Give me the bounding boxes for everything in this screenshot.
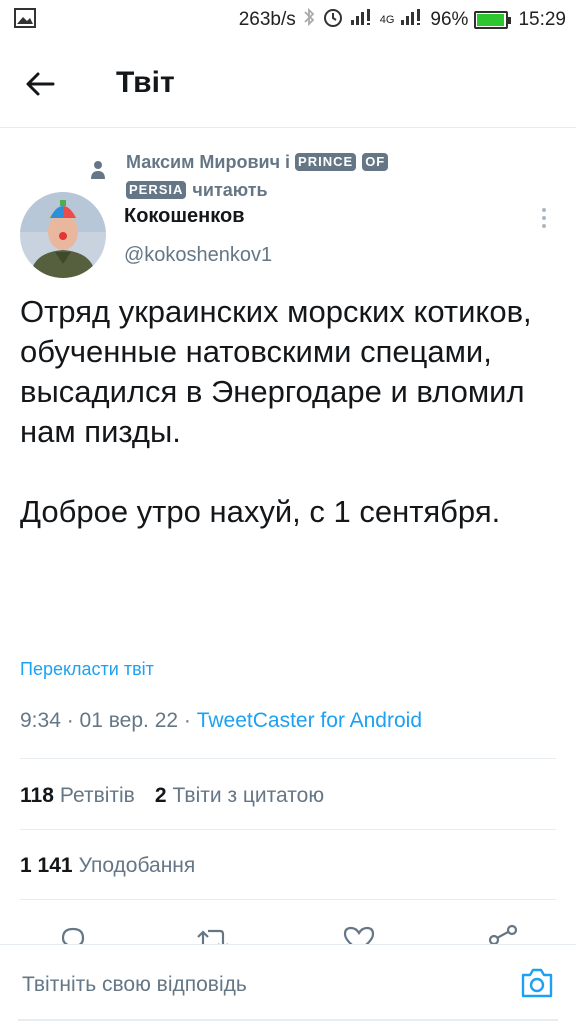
reply-underline	[18, 1019, 558, 1021]
dot	[542, 216, 546, 220]
tweet-text: Отряд украинских морских котиков, обучен…	[20, 292, 556, 532]
quotes-label: Твіти з цитатою	[172, 784, 325, 807]
likes-label: Уподобання	[78, 854, 196, 877]
tweet-paragraph: Отряд украинских морских котиков, обучен…	[20, 294, 532, 449]
retweet-stats: 118 Ретвітів 2 Твіти з цитатою	[20, 784, 324, 808]
network-speed: 263b/s	[238, 9, 296, 30]
retweets-label: Ретвітів	[59, 784, 135, 807]
translate-link[interactable]: Перекласти твіт	[20, 659, 154, 680]
signal-icon	[350, 8, 374, 32]
separator: ·	[66, 709, 80, 732]
action-bar	[0, 918, 576, 944]
avatar[interactable]	[20, 192, 106, 278]
divider	[20, 899, 556, 900]
social-context-text[interactable]: Максим Мирович і PRINCE OF PERSIA читают…	[126, 148, 566, 204]
more-options-button[interactable]	[534, 204, 554, 232]
person-icon	[90, 160, 106, 185]
back-button[interactable]	[20, 64, 60, 104]
reply-bar: Твітніть свою відповідь	[0, 944, 576, 1024]
tweet-date: 01 вер. 22	[79, 709, 179, 732]
boxed-word: PRINCE	[295, 153, 357, 171]
signal-2-icon	[400, 8, 424, 32]
boxed-word: PERSIA	[126, 181, 187, 199]
social-context-suffix: читають	[192, 180, 268, 200]
arrow-left-icon	[26, 72, 55, 96]
boxed-word: OF	[362, 153, 389, 171]
reply-icon[interactable]	[58, 924, 88, 944]
camera-icon	[521, 968, 553, 998]
tweet-time: 9:34	[20, 709, 61, 732]
likes-stat[interactable]: 1 141 Уподобання	[20, 854, 195, 878]
author-name[interactable]: Кокошенков	[124, 205, 245, 228]
quotes-stat[interactable]: 2 Твіти з цитатою	[155, 784, 324, 808]
status-bar: 263b/s 4G 96% 15:29	[0, 0, 576, 38]
share-icon[interactable]	[486, 924, 520, 944]
app-header: Твіт	[0, 40, 576, 128]
tweet-source-link[interactable]: TweetCaster for Android	[197, 709, 422, 732]
tweet-meta: 9:34 · 01 вер. 22 · TweetCaster for Andr…	[20, 709, 422, 733]
battery-icon	[474, 11, 512, 29]
tweet-paragraph: Доброе утро нахуй, с 1 сентября.	[20, 494, 501, 529]
retweets-count: 118	[20, 784, 54, 807]
like-stats: 1 141 Уподобання	[20, 854, 195, 878]
image-notification-icon	[14, 8, 36, 34]
alarm-icon	[322, 6, 344, 34]
camera-button[interactable]	[520, 967, 554, 1004]
like-icon[interactable]	[342, 924, 376, 944]
separator: ·	[183, 709, 197, 732]
page-title: Твіт	[116, 66, 175, 99]
dot	[542, 208, 546, 212]
battery-percent: 96%	[430, 9, 469, 30]
bluetooth-icon	[302, 7, 316, 33]
divider	[20, 829, 556, 830]
quotes-count: 2	[154, 784, 167, 807]
clock: 15:29	[518, 9, 566, 30]
social-context-names: Максим Мирович і	[126, 152, 291, 172]
retweet-icon[interactable]	[196, 924, 230, 944]
dot	[542, 224, 546, 228]
likes-count: 1 141	[20, 854, 73, 877]
retweets-stat[interactable]: 118 Ретвітів	[20, 784, 135, 808]
author-handle[interactable]: @kokoshenkov1	[124, 244, 272, 267]
reply-input[interactable]: Твітніть свою відповідь	[22, 973, 247, 997]
network-type: 4G	[379, 14, 395, 26]
divider	[20, 758, 556, 759]
